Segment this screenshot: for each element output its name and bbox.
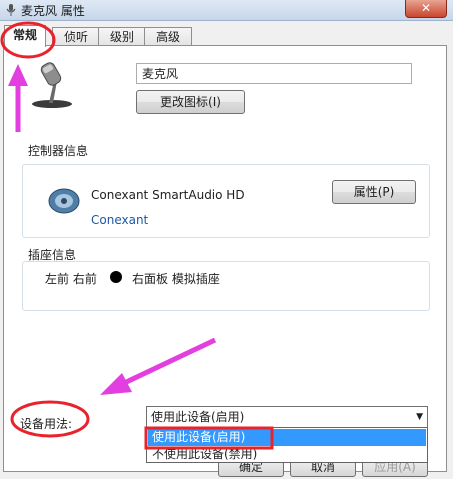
device-usage-label: 设备用法: xyxy=(20,417,73,431)
jack-position: 左前 右前 xyxy=(45,272,97,286)
close-button[interactable]: ✕ xyxy=(405,0,447,18)
device-name-input[interactable]: 麦克风 xyxy=(136,63,412,84)
option-disable-device[interactable]: 不使用此设备(禁用) xyxy=(148,446,426,463)
tab-label: 侦听 xyxy=(63,30,88,44)
tab-advanced[interactable]: 高级 xyxy=(144,27,192,46)
controller-info-title: 控制器信息 xyxy=(28,144,89,158)
controller-name: Conexant SmartAudio HD xyxy=(91,188,245,202)
device-usage-dropdown: 使用此设备(启用) 不使用此设备(禁用) xyxy=(146,427,428,463)
dialog-body: 常规 侦听 级别 高级 麦克风 更改图标(I) 控制器信息 Conexant S… xyxy=(0,21,453,479)
device-usage-select[interactable]: 使用此设备(启用) ▼ xyxy=(146,406,428,428)
tab-levels[interactable]: 级别 xyxy=(98,27,146,46)
jack-type: 右面板 模拟插座 xyxy=(132,272,220,286)
title-bar: 麦克风 属性 ✕ xyxy=(0,0,453,21)
tab-listen[interactable]: 侦听 xyxy=(52,27,100,46)
speaker-device-icon xyxy=(48,188,80,214)
tab-label: 级别 xyxy=(109,30,134,44)
jack-color-dot xyxy=(110,271,122,283)
microphone-device-icon xyxy=(32,62,72,108)
jack-info-title: 插座信息 xyxy=(28,248,77,262)
properties-button[interactable]: 属性(P) xyxy=(332,180,416,204)
change-icon-button[interactable]: 更改图标(I) xyxy=(136,90,245,114)
controller-vendor-link[interactable]: Conexant xyxy=(91,213,148,227)
tab-general[interactable]: 常规 xyxy=(4,25,46,47)
microphone-icon xyxy=(6,4,16,16)
window-title: 麦克风 属性 xyxy=(21,4,85,18)
tab-label: 高级 xyxy=(155,30,180,44)
chevron-down-icon: ▼ xyxy=(416,412,423,422)
option-enable-device[interactable]: 使用此设备(启用) xyxy=(148,429,426,446)
device-usage-selected: 使用此设备(启用) xyxy=(151,410,245,424)
tab-label: 常规 xyxy=(12,28,37,42)
close-icon: ✕ xyxy=(420,1,432,15)
